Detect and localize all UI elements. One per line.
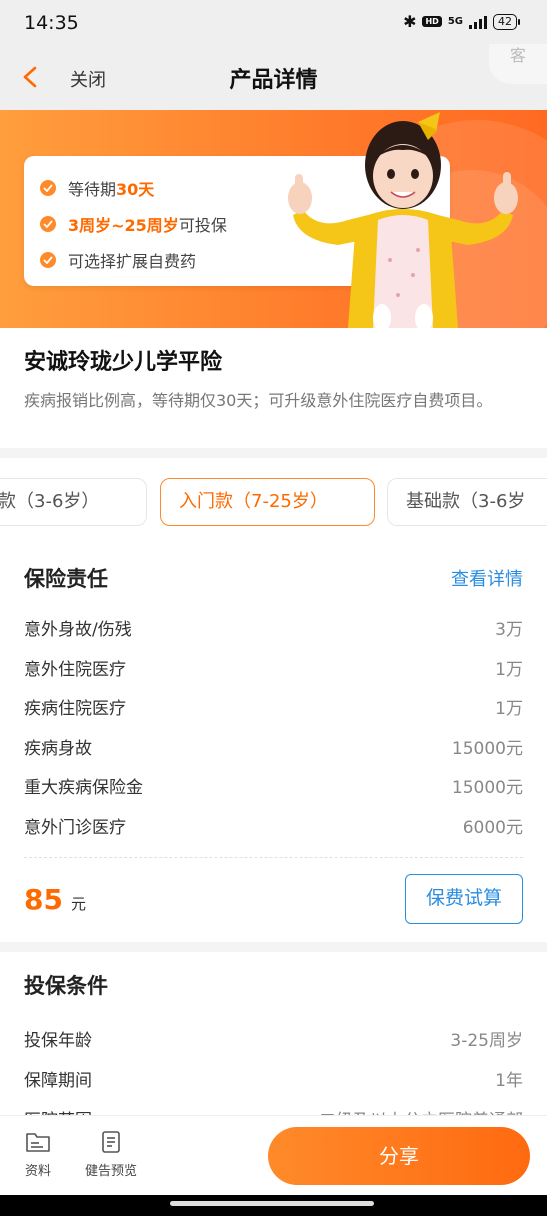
coverage-row: 重大疾病保险金 15000元 [24, 766, 523, 806]
condition-value: 1年 [495, 1070, 523, 1091]
product-name: 安诚玲珑少儿学平险 [24, 350, 223, 375]
coverage-section: 保险责任 查看详情 意外身故/伤残 3万 意外住院医疗 1万 疾病住院医疗 1万 疾病… [0, 548, 547, 940]
battery-icon: 42 [493, 13, 520, 30]
coverage-item-value: 15000元 [451, 738, 523, 759]
price-unit: 元 [70, 894, 86, 913]
plan-tab-active[interactable]: 入门款（7-25岁） [160, 478, 375, 526]
plan-tabs: l款（3-6岁） 入门款（7-25岁） 基础款（3-6岁 [0, 466, 547, 540]
coverage-item-value: 3万 [495, 620, 523, 641]
premium-calc-button[interactable]: 保费试算 [405, 874, 523, 924]
feature-text: 3周岁~25周岁可投保 [68, 212, 227, 236]
coverage-item-name: 疾病住院医疗 [24, 699, 126, 720]
coverage-item-name: 意外身故/伤残 [24, 620, 132, 641]
feature-text-part: 等待期 [68, 180, 117, 199]
feature-text-part: 可投保 [178, 216, 227, 235]
customer-service-button[interactable]: 客 [489, 44, 547, 84]
coverage-row: 意外身故/伤残 3万 [24, 608, 523, 648]
product-description: 疾病报销比例高，等待期仅30天；可升级意外住院医疗自费项目。 [24, 391, 493, 410]
signal-icon [469, 15, 487, 29]
coverage-item-name: 疾病身故 [24, 738, 92, 759]
coverage-row: 意外住院医疗 1万 [24, 648, 523, 688]
status-time: 14:35 [24, 12, 79, 34]
home-indicator[interactable] [170, 1201, 374, 1206]
network-label: 5G [447, 16, 463, 27]
share-button[interactable]: 分享 [268, 1127, 530, 1185]
section-divider [0, 448, 547, 458]
coverage-item-value: 1万 [495, 699, 523, 720]
check-icon [40, 252, 56, 268]
document-icon [102, 1131, 120, 1153]
status-icons: ✱ HD 5G 42 [403, 12, 520, 31]
product-banner: 等待期30天 3周岁~25周岁可投保 可选择扩展自费药 [0, 110, 547, 328]
health-notice-button[interactable]: 健告预览 [80, 1130, 142, 1179]
feature-text: 可选择扩展自费药 [68, 252, 197, 271]
price: 85 元 [24, 883, 86, 916]
page-title: 产品详情 [229, 68, 318, 93]
price-row: 85 元 保费试算 [24, 858, 523, 940]
conditions-section: 投保条件 投保年龄3-25周岁 保障期间1年 医院范围二级及以上公立医院普通部 [0, 952, 547, 1118]
health-notice-label: 健告预览 [84, 1164, 137, 1179]
plan-tab[interactable]: 基础款（3-6岁 [387, 478, 547, 526]
coverage-item-name: 意外门诊医疗 [24, 817, 126, 838]
check-icon [40, 180, 56, 196]
condition-value: 3-25周岁 [450, 1030, 523, 1051]
price-value: 85 [24, 882, 63, 916]
bottom-bar: 资料 健告预览 分享 [0, 1115, 547, 1195]
hd-icon: HD [422, 16, 442, 27]
coverage-row: 疾病身故 15000元 [24, 727, 523, 767]
coverage-item-value: 15000元 [451, 778, 523, 799]
condition-row: 投保年龄 3-25周岁 [24, 1018, 523, 1058]
nav-bar: 关闭 产品详情 [0, 44, 547, 110]
check-icon [40, 216, 56, 232]
battery-level: 42 [498, 14, 512, 28]
status-bar: 14:35 ✱ HD 5G 42 [0, 0, 547, 44]
coverage-title: 保险责任 [24, 567, 108, 591]
product-info: 安诚玲珑少儿学平险 疾病报销比例高，等待期仅30天；可升级意外住院医疗自费项目。 [0, 328, 547, 446]
materials-button[interactable]: 资料 [20, 1130, 56, 1179]
feature-text: 等待期30天 [68, 176, 154, 200]
feature-highlight: 30天 [116, 180, 155, 199]
materials-label: 资料 [24, 1164, 51, 1179]
bluetooth-icon: ✱ [403, 12, 417, 31]
feature-highlight: 3周岁~25周岁 [68, 216, 179, 235]
condition-name: 投保年龄 [24, 1030, 92, 1051]
condition-row: 保障期间 1年 [24, 1058, 523, 1098]
coverage-item-name: 重大疾病保险金 [24, 778, 143, 799]
coverage-item-name: 意外住院医疗 [24, 659, 126, 680]
plan-tab[interactable]: l款（3-6岁） [0, 478, 147, 526]
folder-icon [26, 1133, 50, 1152]
home-indicator-bar [0, 1195, 547, 1216]
condition-name: 保障期间 [24, 1070, 92, 1091]
coverage-row: 疾病住院医疗 1万 [24, 687, 523, 727]
coverage-item-value: 1万 [495, 659, 523, 680]
coverage-item-value: 6000元 [462, 817, 523, 838]
conditions-title: 投保条件 [24, 974, 108, 998]
customer-service-label: 客 [509, 46, 526, 65]
view-details-link[interactable]: 查看详情 [451, 565, 523, 591]
section-divider [0, 942, 547, 952]
coverage-row: 意外门诊医疗 6000元 [24, 806, 523, 846]
child-illustration [288, 112, 518, 328]
